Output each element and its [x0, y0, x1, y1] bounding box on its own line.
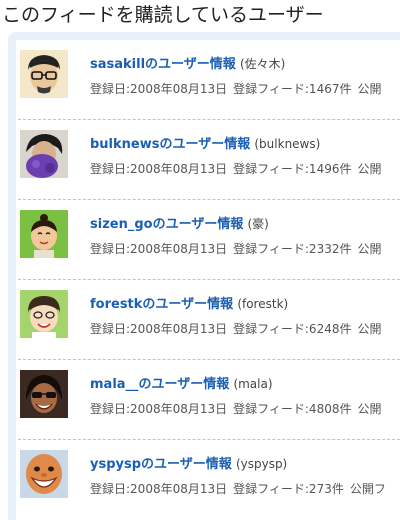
- list-item: sizen_goのユーザー情報 (豪) 登録日:2008年08月13日 登録フィー…: [16, 200, 400, 280]
- list-item: bulknewsのユーザー情報 (bulknews) 登録日:2008年08月1…: [16, 120, 400, 200]
- user-meta: 登録日:2008年08月13日 登録フィード:1496件 公開: [90, 160, 387, 177]
- registered-date: 登録日:2008年08月13日: [90, 482, 228, 496]
- user-meta: 登録日:2008年08月13日 登録フィード:6248件 公開: [90, 320, 387, 337]
- page-title: このフィードを購読しているユーザー: [2, 4, 324, 26]
- feed-count: 登録フィード:273件: [233, 482, 344, 496]
- user-info-label: のユーザー情報: [145, 57, 236, 72]
- public-label: 公開: [357, 242, 382, 256]
- public-label: 公開: [357, 322, 382, 336]
- user-info-link[interactable]: forestkのユーザー情報: [90, 297, 233, 312]
- user-info-label: のユーザー情報: [152, 217, 244, 232]
- real-name: (mala): [233, 377, 273, 391]
- public-label: 公開: [357, 82, 382, 96]
- user-meta: 登録日:2008年08月13日 登録フィード:4808件 公開: [90, 400, 387, 417]
- username: sasakill: [90, 57, 146, 72]
- registered-date: 登録日:2008年08月13日: [90, 322, 228, 336]
- user-meta: 登録日:2008年08月13日 登録フィード:2332件 公開: [90, 240, 387, 257]
- user-meta: 登録日:2008年08月13日 登録フィード:273件 公開フ: [90, 480, 392, 497]
- registered-date: 登録日:2008年08月13日: [90, 162, 228, 176]
- public-label: 公開フ: [349, 482, 386, 496]
- user-info-label: のユーザー情報: [159, 137, 251, 152]
- user-info-link[interactable]: sasakillのユーザー情報: [90, 57, 236, 72]
- registered-date: 登録日:2008年08月13日: [90, 402, 228, 416]
- registered-date: 登録日:2008年08月13日: [90, 82, 228, 96]
- public-label: 公開: [357, 162, 382, 176]
- avatar[interactable]: [20, 450, 68, 498]
- user-info-link[interactable]: mala__のユーザー情報: [90, 377, 229, 392]
- user-info-link[interactable]: yspyspのユーザー情報: [90, 457, 232, 472]
- list-item: sasakillのユーザー情報 (佐々木) 登録日:2008年08月13日 登録フ…: [16, 40, 400, 120]
- feed-count: 登録フィード:2332件: [233, 242, 352, 256]
- user-info-link[interactable]: sizen_goのユーザー情報: [90, 217, 243, 232]
- real-name: (bulknews): [254, 137, 321, 151]
- list-item: forestkのユーザー情報 (forestk) 登録日:2008年08月13日…: [16, 280, 400, 360]
- username: sizen_go: [90, 217, 153, 232]
- username: bulknews: [90, 137, 160, 152]
- list-item: mala__のユーザー情報 (mala) 登録日:2008年08月13日 登録フィ…: [16, 360, 400, 440]
- feed-count: 登録フィード:1467件: [233, 82, 352, 96]
- feed-count: 登録フィード:1496件: [233, 162, 352, 176]
- avatar[interactable]: [20, 210, 68, 258]
- real-name: (佐々木): [239, 57, 286, 71]
- avatar[interactable]: [20, 370, 68, 418]
- user-meta: 登録日:2008年08月13日 登録フィード:1467件 公開: [90, 80, 387, 97]
- feed-count: 登録フィード:6248件: [233, 322, 352, 336]
- registered-date: 登録日:2008年08月13日: [90, 242, 228, 256]
- public-label: 公開: [357, 402, 382, 416]
- username: mala__: [90, 377, 139, 392]
- list-item: yspyspのユーザー情報 (yspysp) 登録日:2008年08月13日 登録…: [16, 440, 400, 520]
- username: yspysp: [90, 457, 142, 472]
- avatar[interactable]: [20, 50, 68, 98]
- user-info-link[interactable]: bulknewsのユーザー情報: [90, 137, 250, 152]
- real-name: (yspysp): [235, 457, 288, 471]
- user-info-label: のユーザー情報: [142, 297, 234, 312]
- user-info-label: のユーザー情報: [138, 377, 230, 392]
- user-info-label: のユーザー情報: [141, 457, 232, 472]
- real-name: (forestk): [237, 297, 289, 311]
- real-name: (豪): [247, 217, 269, 231]
- subscriber-list: sasakillのユーザー情報 (佐々木) 登録日:2008年08月13日 登録フ…: [16, 40, 400, 520]
- feed-count: 登録フィード:4808件: [233, 402, 352, 416]
- avatar[interactable]: [20, 130, 68, 178]
- avatar[interactable]: [20, 290, 68, 338]
- username: forestk: [90, 297, 143, 312]
